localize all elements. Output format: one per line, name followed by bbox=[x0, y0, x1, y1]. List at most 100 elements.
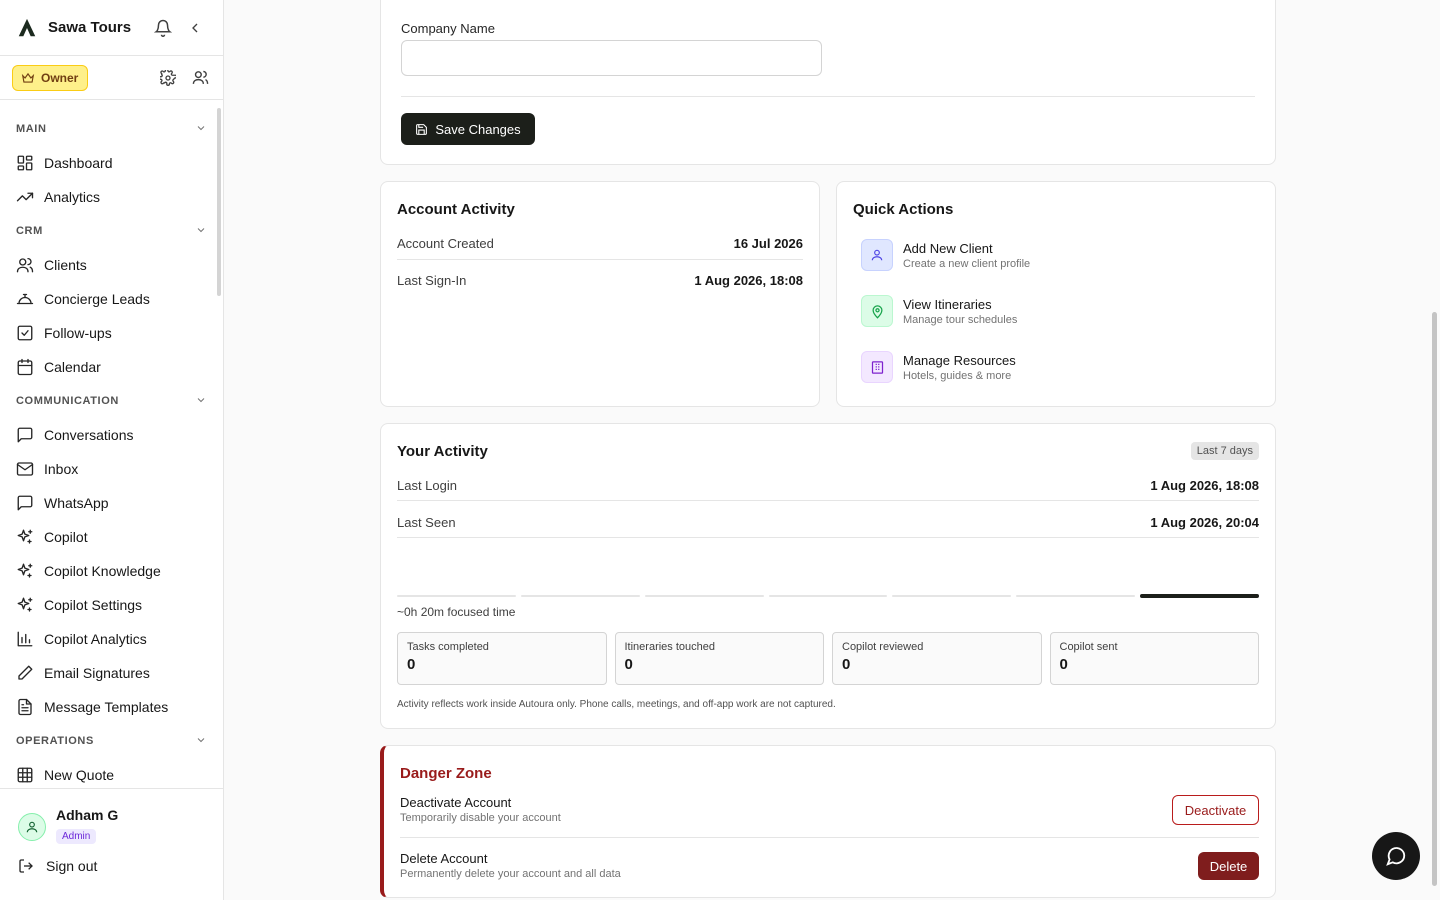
delete-title: Delete Account bbox=[400, 851, 488, 866]
deactivate-title: Deactivate Account bbox=[400, 795, 512, 810]
user-profile[interactable]: Adham G Admin bbox=[18, 803, 207, 844]
sidebar-item-label: Inbox bbox=[44, 461, 79, 477]
quick-action-title: Add New Client bbox=[903, 240, 993, 256]
stat-card: Itineraries touched 0 bbox=[614, 632, 824, 685]
stat-value: 0 bbox=[407, 656, 416, 673]
checkbox-icon bbox=[16, 324, 34, 342]
nav-section-operations[interactable]: OPERATIONS bbox=[0, 724, 223, 758]
nav-section-label: COMMUNICATION bbox=[16, 395, 119, 407]
nav-section-label: OPERATIONS bbox=[16, 735, 94, 747]
sign-out-label: Sign out bbox=[46, 858, 98, 874]
nav-section-communication[interactable]: COMMUNICATION bbox=[0, 384, 223, 418]
sidebar-item-whatsapp[interactable]: WhatsApp bbox=[0, 486, 223, 520]
sparkles-icon bbox=[16, 596, 34, 614]
user-name: Adham G bbox=[56, 807, 119, 823]
main-content: Company Name Save Changes Account Activi… bbox=[224, 0, 1440, 900]
sidebar-item-copilot-settings[interactable]: Copilot Settings bbox=[0, 588, 223, 622]
chat-support-button[interactable] bbox=[1372, 832, 1420, 880]
calendar-icon bbox=[16, 358, 34, 376]
brand-logo-icon bbox=[18, 18, 36, 36]
date-range-badge: Last 7 days bbox=[1190, 442, 1259, 460]
last-seen-value: 1 Aug 2026, 20:04 bbox=[1150, 515, 1259, 530]
team-users-icon[interactable] bbox=[189, 67, 211, 89]
bar-chart-icon bbox=[16, 630, 34, 648]
chevron-down-icon bbox=[195, 734, 207, 749]
sidebar-item-concierge-leads[interactable]: Concierge Leads bbox=[0, 282, 223, 316]
your-activity-title: Your Activity bbox=[397, 443, 488, 460]
log-out-icon bbox=[18, 858, 34, 874]
sidebar-item-label: Copilot Settings bbox=[44, 597, 143, 613]
brand-name: Sawa Tours bbox=[48, 19, 132, 36]
sidebar-item-analytics[interactable]: Analytics bbox=[0, 180, 223, 214]
chevron-down-icon bbox=[195, 224, 207, 239]
sidebar-item-dashboard[interactable]: Dashboard bbox=[0, 146, 223, 180]
sidebar-item-label: Email Signatures bbox=[44, 665, 150, 681]
file-text-icon bbox=[16, 698, 34, 716]
mail-icon bbox=[16, 460, 34, 478]
danger-zone-title: Danger Zone bbox=[400, 765, 492, 782]
settings-gear-icon[interactable] bbox=[157, 67, 179, 89]
sidebar-item-copilot-knowledge[interactable]: Copilot Knowledge bbox=[0, 554, 223, 588]
sidebar: Sawa Tours Owner MAIN Dashboard Analytics C… bbox=[0, 0, 224, 900]
grid-icon bbox=[16, 766, 34, 784]
admin-badge: Admin bbox=[56, 829, 97, 844]
nav-section-main[interactable]: MAIN bbox=[0, 112, 223, 146]
sidebar-item-new-quote[interactable]: New Quote bbox=[0, 758, 223, 788]
chevron-down-icon bbox=[195, 122, 207, 137]
user-icon bbox=[861, 239, 893, 271]
sidebar-item-label: Calendar bbox=[44, 359, 101, 375]
page-scrollbar-thumb[interactable] bbox=[1432, 312, 1437, 886]
last-sign-in-row: Last Sign-In 1 Aug 2026, 18:08 bbox=[397, 273, 803, 288]
activity-day-segment bbox=[892, 595, 1012, 597]
stat-card: Tasks completed 0 bbox=[397, 632, 607, 685]
sidebar-item-copilot[interactable]: Copilot bbox=[0, 520, 223, 554]
divider bbox=[397, 537, 1259, 538]
quick-action-view-itineraries[interactable]: View Itineraries Manage tour schedules bbox=[861, 283, 1259, 339]
sidebar-item-follow-ups[interactable]: Follow-ups bbox=[0, 316, 223, 350]
sidebar-item-conversations[interactable]: Conversations bbox=[0, 418, 223, 452]
sign-out-button[interactable]: Sign out bbox=[18, 858, 207, 874]
users-icon bbox=[16, 256, 34, 274]
divider bbox=[397, 500, 1259, 501]
focused-time: ~0h 20m focused time bbox=[397, 605, 516, 619]
dashboard-icon bbox=[16, 154, 34, 172]
activity-day-segment bbox=[520, 595, 640, 597]
chat-bubble-icon bbox=[1386, 847, 1406, 866]
sidebar-item-label: Copilot Analytics bbox=[44, 631, 147, 647]
sidebar-nav: MAIN Dashboard Analytics CRM Clients Concierg… bbox=[0, 112, 223, 788]
save-changes-button[interactable]: Save Changes bbox=[401, 113, 535, 145]
company-name-input[interactable] bbox=[401, 40, 822, 76]
stat-card: Copilot reviewed 0 bbox=[832, 632, 1042, 685]
collapse-sidebar-icon[interactable] bbox=[183, 16, 207, 40]
quick-action-manage-resources[interactable]: Manage Resources Hotels, guides & more bbox=[861, 339, 1259, 395]
sidebar-item-clients[interactable]: Clients bbox=[0, 248, 223, 282]
sidebar-item-inbox[interactable]: Inbox bbox=[0, 452, 223, 486]
pen-icon bbox=[16, 664, 34, 682]
sidebar-item-label: Concierge Leads bbox=[44, 291, 150, 307]
stat-value: 0 bbox=[842, 656, 851, 673]
chevron-down-icon bbox=[195, 394, 207, 409]
delete-account-button[interactable]: Delete bbox=[1198, 852, 1259, 880]
role-label: Owner bbox=[41, 70, 79, 85]
deactivate-button[interactable]: Deactivate bbox=[1172, 795, 1259, 825]
quick-action-title: View Itineraries bbox=[903, 296, 992, 312]
sidebar-item-label: Analytics bbox=[44, 189, 101, 205]
nav-section-label: CRM bbox=[16, 225, 43, 237]
danger-zone-card: Danger Zone Deactivate Account Temporari… bbox=[380, 745, 1276, 898]
quick-action-add-client[interactable]: Add New Client Create a new client profil… bbox=[861, 227, 1259, 283]
activity-day-segment bbox=[1140, 594, 1259, 598]
activity-stats: Tasks completed 0 Itineraries touched 0 Copi… bbox=[397, 632, 1259, 685]
sidebar-item-email-signatures[interactable]: Email Signatures bbox=[0, 656, 223, 690]
role-bar: Owner bbox=[0, 56, 223, 100]
trending-up-icon bbox=[16, 188, 34, 206]
nav-section-crm[interactable]: CRM bbox=[0, 214, 223, 248]
bell-icon[interactable] bbox=[151, 16, 175, 40]
last-seen-row: Last Seen 1 Aug 2026, 20:04 bbox=[397, 515, 1259, 530]
stat-card: Copilot sent 0 bbox=[1049, 632, 1259, 685]
account-created-row: Account Created 16 Jul 2026 bbox=[397, 236, 803, 251]
sparkles-icon bbox=[16, 562, 34, 580]
sidebar-item-calendar[interactable]: Calendar bbox=[0, 350, 223, 384]
sidebar-item-message-templates[interactable]: Message Templates bbox=[0, 690, 223, 724]
sidebar-item-copilot-analytics[interactable]: Copilot Analytics bbox=[0, 622, 223, 656]
page-scrollbar[interactable] bbox=[1430, 0, 1440, 900]
